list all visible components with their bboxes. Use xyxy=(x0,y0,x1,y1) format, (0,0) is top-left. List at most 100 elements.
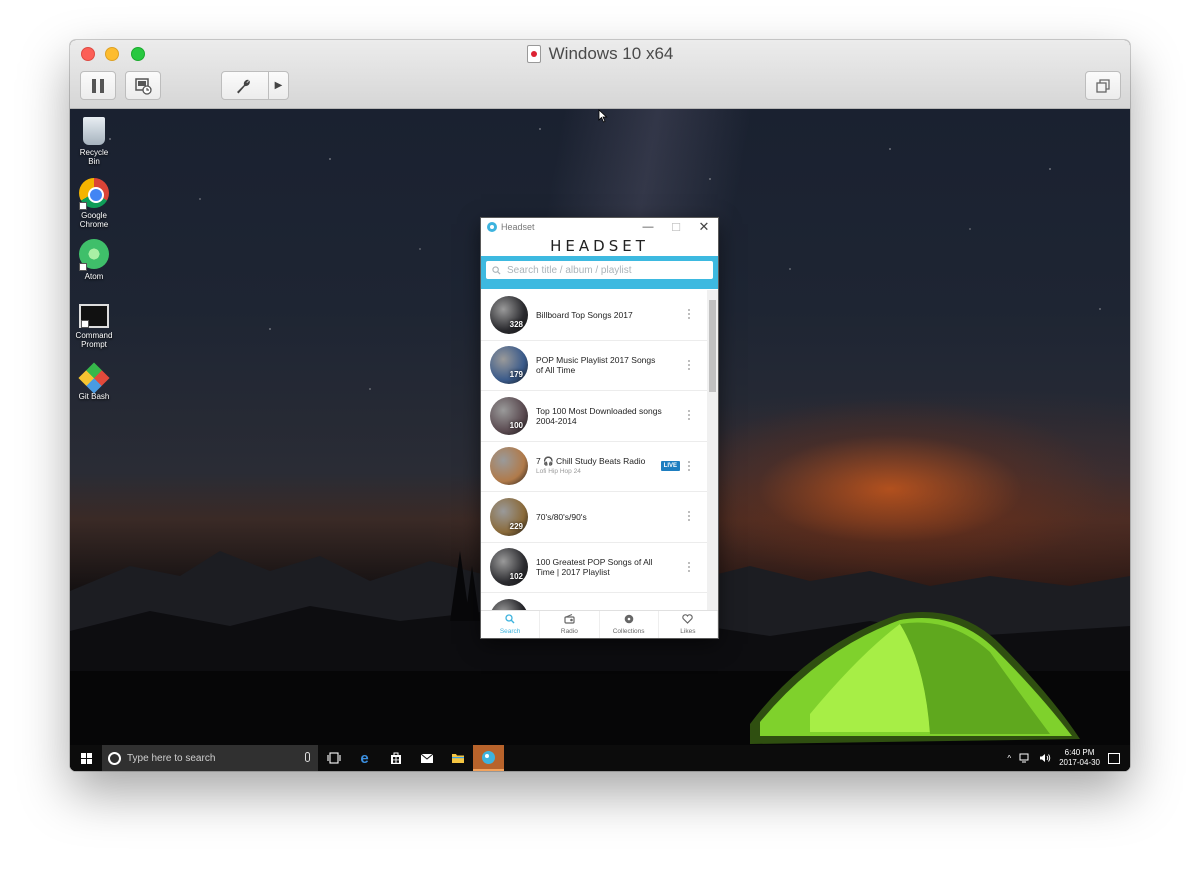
start-button[interactable] xyxy=(70,745,102,771)
desktop-icon-label: Google Chrome xyxy=(79,211,109,229)
playlist-title: Billboard Top Songs 2017 xyxy=(536,309,633,320)
network-icon[interactable] xyxy=(1019,753,1031,763)
more-options-icon[interactable] xyxy=(688,460,692,471)
more-options-icon[interactable] xyxy=(688,359,692,370)
more-options-icon[interactable] xyxy=(688,410,692,420)
desktop-icon-label: Recycle Bin xyxy=(79,148,109,166)
show-hidden-icons-chevron-icon[interactable]: ^ xyxy=(1007,754,1011,763)
playlist-text: POP Music Playlist 2017 Songs of All Tim… xyxy=(536,355,662,375)
playlist-item[interactable]: 7 🎧 Chill Study Beats Radio Lofi Hip Hop … xyxy=(481,442,707,492)
desktop-icon-google-chrome[interactable]: Google Chrome xyxy=(73,178,115,229)
playlist-text: Top 100 Most Downloaded songs 2004-2014 xyxy=(536,406,662,426)
clock-time: 6:40 PM xyxy=(1064,748,1095,757)
radio-icon xyxy=(564,614,575,627)
taskbar-file-explorer[interactable] xyxy=(442,745,473,771)
taskbar-search-box[interactable]: Type here to search xyxy=(102,745,318,771)
track-count: 328 xyxy=(509,319,523,329)
pause-button[interactable] xyxy=(80,71,116,100)
nav-tab-likes[interactable]: Likes xyxy=(659,611,718,638)
playlist-item[interactable]: 100 Top 100 Most Downloaded songs 2004-20… xyxy=(481,391,707,442)
desktop-icon-label: Command Prompt xyxy=(75,331,113,349)
headset-search-box[interactable] xyxy=(486,261,713,279)
playlist-item[interactable]: 179 POP Music Playlist 2017 Songs of All … xyxy=(481,341,707,391)
minimize-button[interactable]: — xyxy=(634,218,662,236)
headset-bottom-nav: Search Radio Collections Likes xyxy=(481,610,718,638)
play-arrow-icon[interactable]: ▶ xyxy=(268,72,288,99)
nav-tab-label: Search xyxy=(499,628,521,635)
search-icon xyxy=(505,614,515,627)
desktop-icon-command-prompt[interactable]: Command Prompt xyxy=(73,301,115,349)
collections-icon xyxy=(624,614,634,627)
search-icon xyxy=(492,265,501,275)
desktop-icon-label: Atom xyxy=(84,272,104,281)
headset-titlebar: Headset — ☐ ✕ xyxy=(481,218,718,236)
nav-tab-label: Collections xyxy=(612,628,645,635)
playlist-item[interactable]: 229 70's/80's/90's xyxy=(481,492,707,543)
system-tray: ^ 6:40 PM 2017-04-30 xyxy=(1007,748,1130,768)
windows-restore-icon xyxy=(1096,78,1110,93)
playlist-thumbnail xyxy=(490,598,528,610)
playlist-thumbnail: 179 xyxy=(490,346,528,385)
playlist-item[interactable]: 328 Billboard Top Songs 2017 xyxy=(481,290,707,341)
nav-tab-collections[interactable]: Collections xyxy=(600,611,659,638)
vm-title: Windows 10 x64 xyxy=(548,44,674,63)
headset-search-bar xyxy=(481,256,718,289)
more-options-icon[interactable] xyxy=(688,561,692,572)
close-button[interactable]: ✕ xyxy=(690,218,718,236)
single-window-button[interactable] xyxy=(1085,71,1121,100)
cortana-icon xyxy=(108,751,121,765)
desktop-icon-atom[interactable]: Atom xyxy=(73,239,115,281)
playlist-title: 70's/80's/90's xyxy=(536,511,587,522)
heart-icon xyxy=(682,614,694,627)
vm-titlebar: Windows 10 x64 ▶ xyxy=(70,40,1130,109)
taskbar-edge[interactable]: e xyxy=(349,745,380,771)
playlist-thumbnail: 100 xyxy=(490,396,528,435)
task-view-button[interactable] xyxy=(318,745,349,771)
shortcut-arrow-icon xyxy=(79,202,87,210)
taskbar-store[interactable] xyxy=(380,745,411,771)
scrollbar-thumb[interactable] xyxy=(709,300,716,392)
nav-tab-radio[interactable]: Radio xyxy=(540,611,600,638)
playlist-title: POP Music Playlist 2017 Songs of All Tim… xyxy=(536,355,656,376)
settings-button[interactable]: ▶ xyxy=(221,71,289,100)
more-options-icon[interactable] xyxy=(688,309,692,319)
taskbar-mail[interactable] xyxy=(411,745,442,771)
microphone-icon[interactable] xyxy=(305,752,310,762)
headset-taskbar-icon xyxy=(482,750,495,764)
shortcut-arrow-icon xyxy=(79,263,87,271)
maximize-button[interactable]: ☐ xyxy=(662,218,690,236)
playlist-item[interactable]: I Just Love This Music Pool xyxy=(481,593,707,610)
playlist-thumbnail: 229 xyxy=(490,497,528,536)
more-options-icon[interactable] xyxy=(688,511,692,521)
playlist-text: Billboard Top Songs 2017 xyxy=(536,310,662,320)
playlist-item[interactable]: 102 100 Greatest POP Songs of All Time | … xyxy=(481,543,707,593)
playlist-text: 7 🎧 Chill Study Beats Radio Lofi Hip Hop … xyxy=(536,456,662,477)
taskbar-search-placeholder: Type here to search xyxy=(127,752,216,764)
results-scrollbar[interactable] xyxy=(707,290,718,610)
taskbar-clock[interactable]: 6:40 PM 2017-04-30 xyxy=(1059,748,1100,768)
headset-logo-icon xyxy=(487,222,497,232)
playlist-thumbnail xyxy=(490,447,528,486)
mouse-cursor-icon xyxy=(598,109,608,123)
chrome-icon xyxy=(79,178,109,210)
windows-desktop: Recycle Bin Google Chrome Atom Command P… xyxy=(70,109,1130,771)
playlist-text: 70's/80's/90's xyxy=(536,512,662,522)
taskbar-headset[interactable] xyxy=(473,745,504,771)
nav-tab-label: Radio xyxy=(560,628,578,635)
nav-tab-search[interactable]: Search xyxy=(481,611,541,638)
action-center-icon[interactable] xyxy=(1108,752,1120,764)
recycle-bin-icon xyxy=(83,117,105,145)
store-icon xyxy=(390,752,401,764)
headset-brand-logo: HEADSET xyxy=(550,237,649,255)
playlist-title: Top 100 Most Downloaded songs 2004-2014 xyxy=(536,405,662,426)
track-count: 229 xyxy=(509,521,523,531)
headset-search-input[interactable] xyxy=(507,264,697,276)
vm-title-bar-label: Windows 10 x64 xyxy=(70,44,1130,64)
desktop-icon-git-bash[interactable]: Git Bash xyxy=(73,362,115,401)
headset-window-title: Headset xyxy=(501,222,535,232)
folder-icon xyxy=(451,754,464,763)
snapshot-button[interactable] xyxy=(125,71,161,100)
volume-icon[interactable] xyxy=(1039,753,1051,763)
shortcut-arrow-icon xyxy=(81,320,89,328)
desktop-icon-recycle-bin[interactable]: Recycle Bin xyxy=(73,117,115,166)
